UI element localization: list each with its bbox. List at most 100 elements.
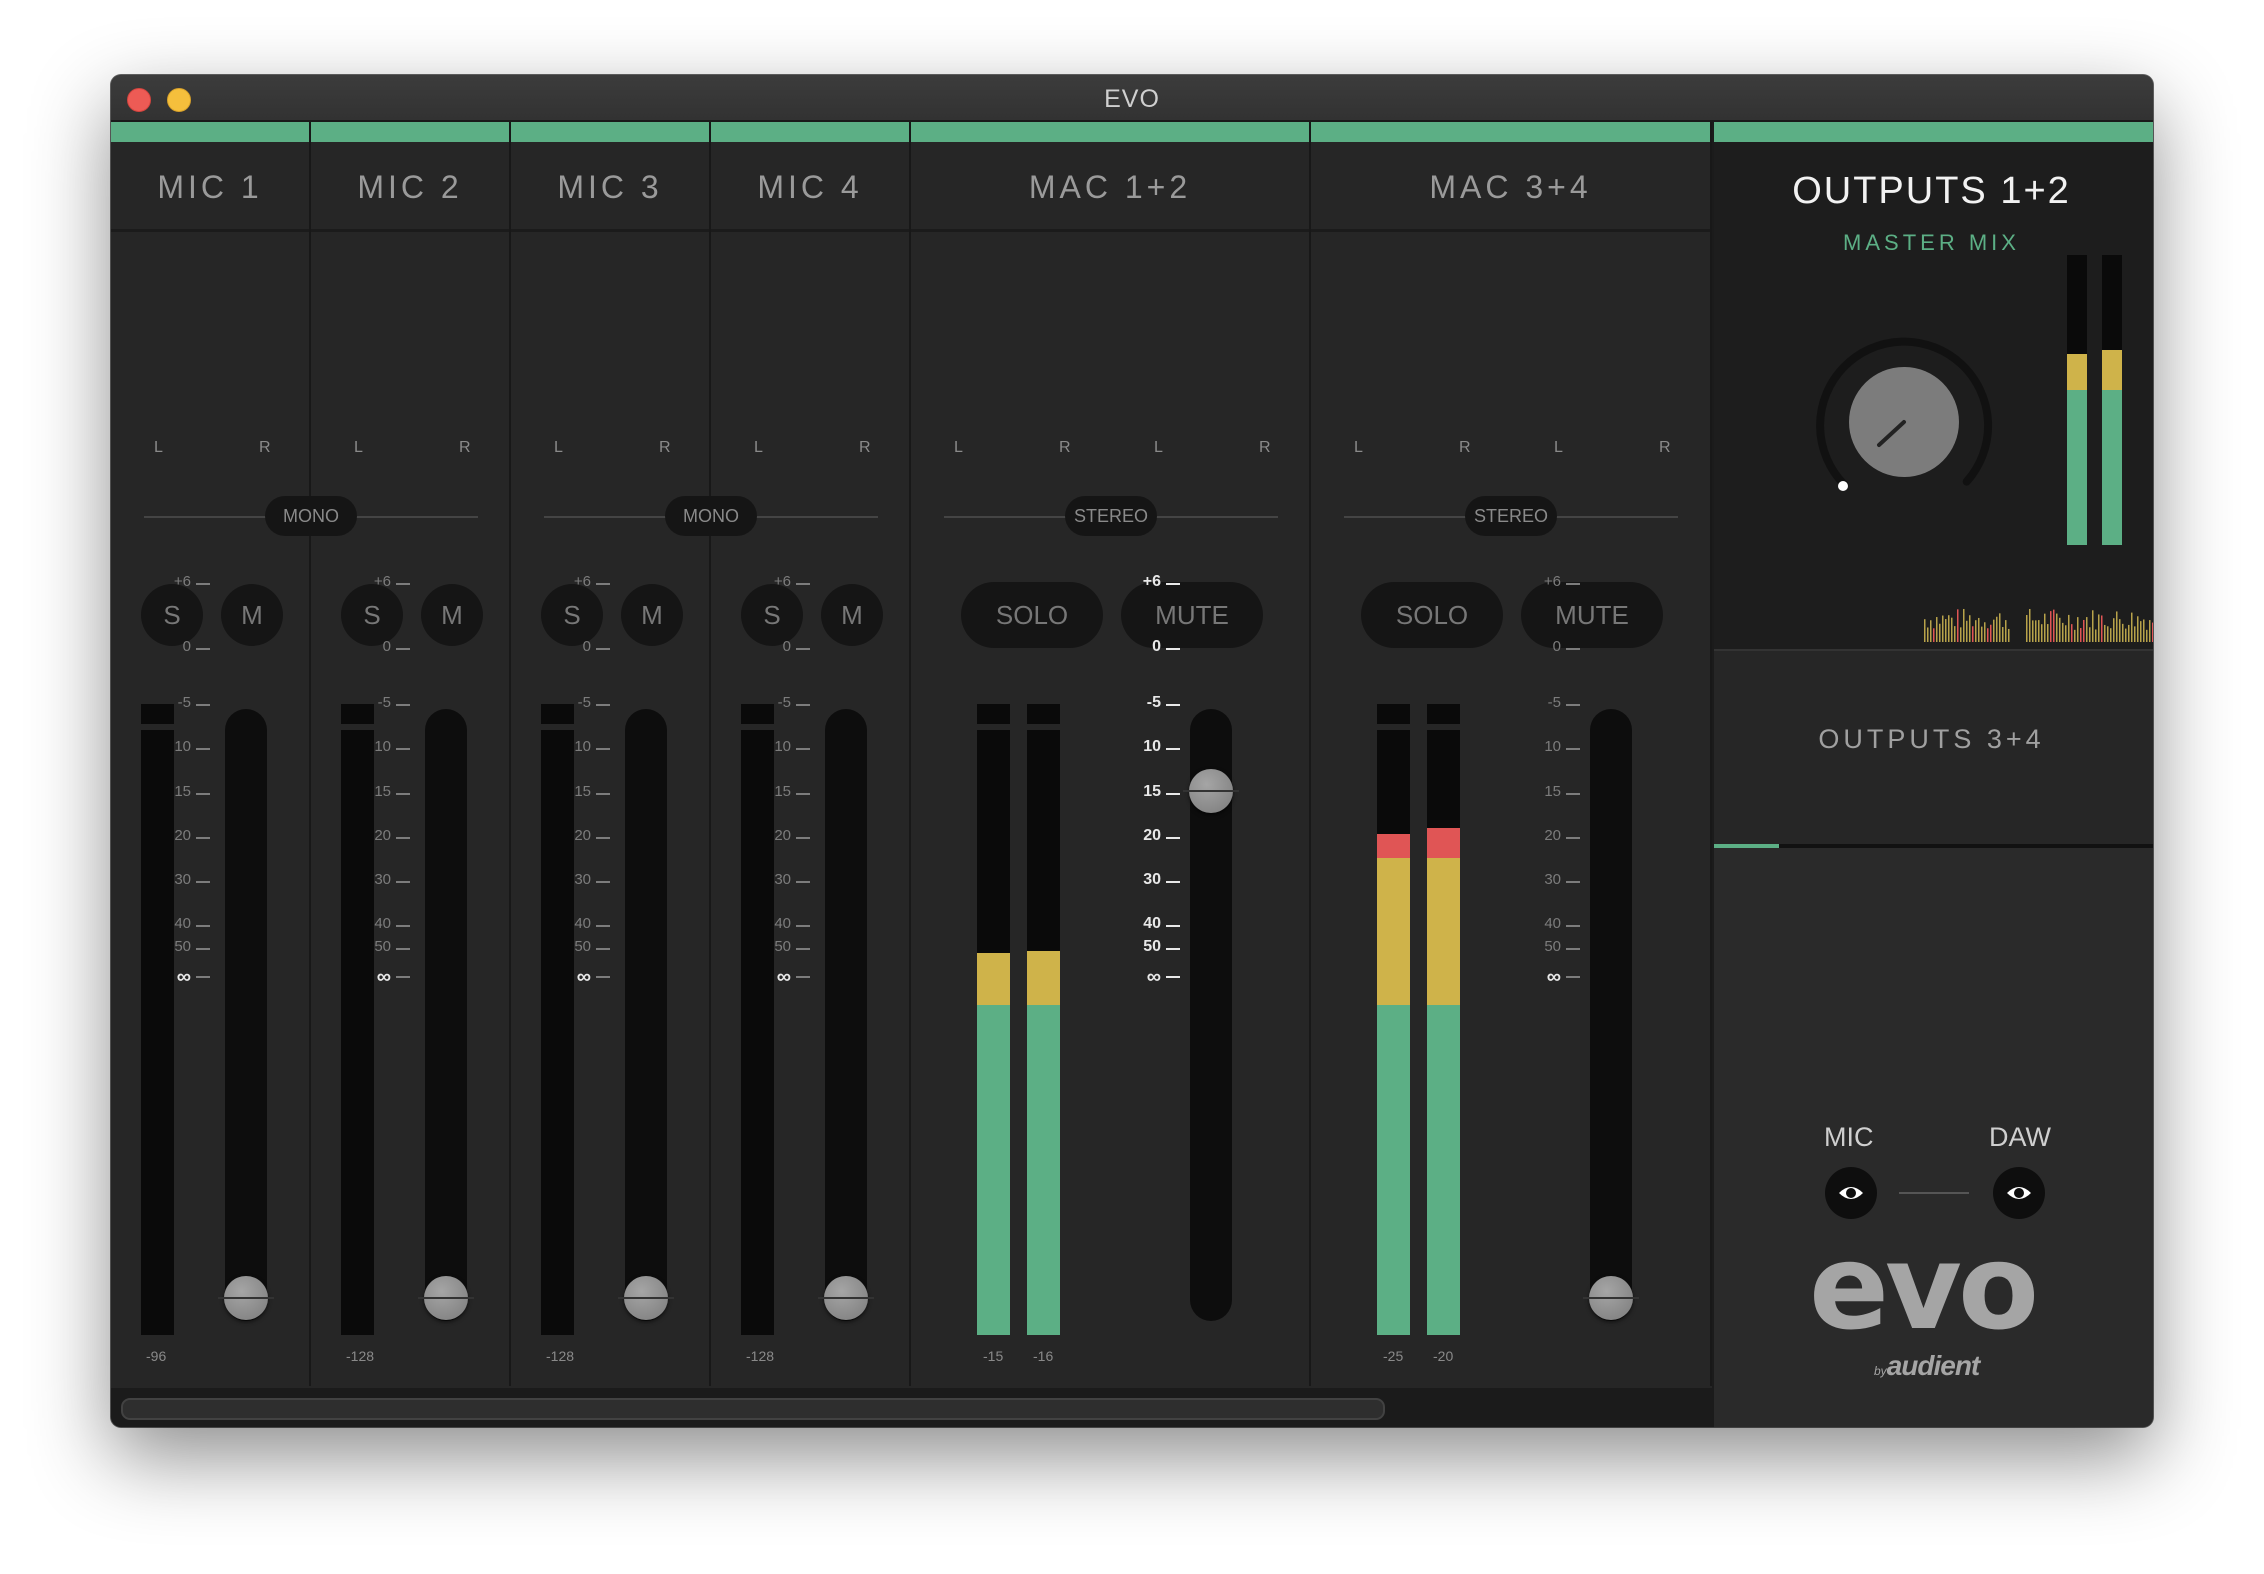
peak-readout-left: -15 bbox=[983, 1348, 1004, 1364]
mute-button[interactable]: M bbox=[221, 584, 283, 646]
master-volume-knob[interactable] bbox=[1804, 322, 2004, 522]
fader-scale-tick bbox=[196, 793, 210, 795]
outputs-12-section[interactable]: OUTPUTS 1+2 MASTER MIX bbox=[1714, 122, 2153, 649]
waveform-bar bbox=[2086, 617, 2088, 642]
volume-fader[interactable] bbox=[225, 709, 267, 1321]
fader-handle[interactable] bbox=[1183, 769, 1239, 813]
fader-scale-tick bbox=[1566, 648, 1580, 650]
volume-fader[interactable] bbox=[825, 709, 867, 1321]
waveform-bar bbox=[1930, 620, 1932, 642]
mute-button[interactable]: M bbox=[621, 584, 683, 646]
level-meter-left bbox=[977, 730, 1010, 1335]
meter-green-segment bbox=[1427, 1005, 1460, 1335]
fader-scale-tick bbox=[396, 837, 410, 839]
fader-scale-tick bbox=[1166, 881, 1180, 883]
fader-scale-label: 15 bbox=[1143, 783, 1161, 800]
fader-scale-tick bbox=[396, 881, 410, 883]
fader-scale-tick bbox=[1166, 948, 1180, 950]
waveform-bar bbox=[1960, 627, 1962, 642]
title-bar: EVO bbox=[111, 75, 2153, 122]
fader-scale-tick bbox=[196, 704, 210, 706]
channel-name[interactable]: MIC 1 bbox=[111, 169, 309, 206]
fader-handle[interactable] bbox=[1583, 1276, 1639, 1320]
monitor-divider bbox=[1899, 1192, 1969, 1194]
master-waveform bbox=[1924, 608, 2153, 642]
mute-button[interactable]: M bbox=[421, 584, 483, 646]
pan-right-label: R bbox=[1459, 439, 1471, 456]
channel-name[interactable]: MIC 2 bbox=[311, 169, 509, 206]
fader-scale-label: 50 bbox=[1544, 938, 1561, 955]
mute-button[interactable]: M bbox=[821, 584, 883, 646]
pan-left-label: L bbox=[554, 439, 563, 456]
fader-scale-label: 20 bbox=[374, 827, 391, 844]
waveform-bar bbox=[2137, 616, 2139, 642]
master-meter-left bbox=[2067, 255, 2087, 545]
fader-scale-label: 15 bbox=[574, 783, 591, 800]
fader-scale-tick bbox=[1166, 976, 1180, 978]
fader-handle[interactable] bbox=[818, 1276, 874, 1320]
fader-scale-tick bbox=[1166, 648, 1180, 650]
mic-monitor-toggle[interactable] bbox=[1825, 1167, 1877, 1219]
solo-button[interactable]: S bbox=[141, 584, 203, 646]
fader-scale-tick bbox=[396, 793, 410, 795]
meter-green-segment bbox=[1377, 1005, 1410, 1335]
fader-handle[interactable] bbox=[418, 1276, 474, 1320]
fader-scale-label: 10 bbox=[574, 738, 591, 755]
byline-audient: audient bbox=[1886, 1350, 1981, 1381]
waveform-bar bbox=[1987, 628, 1989, 642]
fader-scale-tick bbox=[796, 704, 810, 706]
byline-by: by bbox=[1874, 1364, 1887, 1378]
meter-red-segment bbox=[1377, 834, 1410, 859]
solo-button[interactable]: SOLO bbox=[1361, 582, 1503, 648]
fader-scale-tick bbox=[596, 948, 610, 950]
volume-fader[interactable] bbox=[425, 709, 467, 1321]
volume-fader[interactable] bbox=[1590, 709, 1632, 1321]
fader-scale-tick bbox=[596, 925, 610, 927]
fader-handle[interactable] bbox=[618, 1276, 674, 1320]
channel-accent-bar bbox=[511, 122, 709, 142]
waveform-bar bbox=[2002, 627, 2004, 642]
fader-scale-tick bbox=[1566, 748, 1580, 750]
channel-name[interactable]: MAC 1+2 bbox=[911, 169, 1309, 206]
fader-scale-label: -5 bbox=[1547, 694, 1561, 711]
stereo-mode-button[interactable]: STEREO bbox=[1065, 496, 1157, 536]
mono-mode-button[interactable]: MONO bbox=[265, 496, 357, 536]
volume-fader[interactable] bbox=[625, 709, 667, 1321]
waveform-bar bbox=[2077, 617, 2079, 642]
scrollbar-thumb[interactable] bbox=[121, 1398, 1385, 1420]
solo-button[interactable]: S bbox=[541, 584, 603, 646]
waveform-bar bbox=[1957, 609, 1959, 642]
fader-scale-label: 30 bbox=[1544, 871, 1561, 888]
solo-button[interactable]: S bbox=[341, 584, 403, 646]
waveform-bar bbox=[1990, 624, 1992, 642]
stereo-mode-button[interactable]: STEREO bbox=[1465, 496, 1557, 536]
fader-scale-label: 0 bbox=[182, 638, 191, 655]
fader-scale-label: 0 bbox=[1552, 638, 1561, 655]
level-meter-left-peak-hold bbox=[1377, 704, 1410, 724]
daw-monitor-toggle[interactable] bbox=[1993, 1167, 2045, 1219]
channel-name[interactable]: MAC 3+4 bbox=[1311, 169, 1710, 206]
waveform-bar bbox=[1942, 615, 1944, 642]
fader-scale-label: 50 bbox=[774, 938, 791, 955]
fader-scale-label: -5 bbox=[1146, 694, 1161, 711]
pan-left-label: L bbox=[1154, 439, 1163, 456]
solo-button[interactable]: SOLO bbox=[961, 582, 1103, 648]
fader-scale-tick bbox=[796, 748, 810, 750]
pan-left-label: L bbox=[154, 439, 163, 456]
mono-mode-button[interactable]: MONO bbox=[665, 496, 757, 536]
waveform-bar bbox=[2029, 608, 2031, 642]
fader-scale-tick bbox=[796, 925, 810, 927]
level-meter bbox=[541, 730, 574, 1335]
channel-accent-bar bbox=[111, 122, 309, 142]
channel-name-divider bbox=[1311, 229, 1710, 232]
waveform-bar bbox=[2149, 620, 2151, 642]
solo-button[interactable]: S bbox=[741, 584, 803, 646]
channel-name[interactable]: MIC 4 bbox=[711, 169, 909, 206]
waveform-bar bbox=[2053, 609, 2055, 642]
fader-handle[interactable] bbox=[218, 1276, 274, 1320]
fader-scale-label: 50 bbox=[1143, 938, 1161, 955]
fader-scale-tick bbox=[196, 948, 210, 950]
waveform-bar bbox=[2044, 613, 2046, 642]
outputs-34-section[interactable]: OUTPUTS 3+4 bbox=[1714, 649, 2153, 846]
channel-name[interactable]: MIC 3 bbox=[511, 169, 709, 206]
